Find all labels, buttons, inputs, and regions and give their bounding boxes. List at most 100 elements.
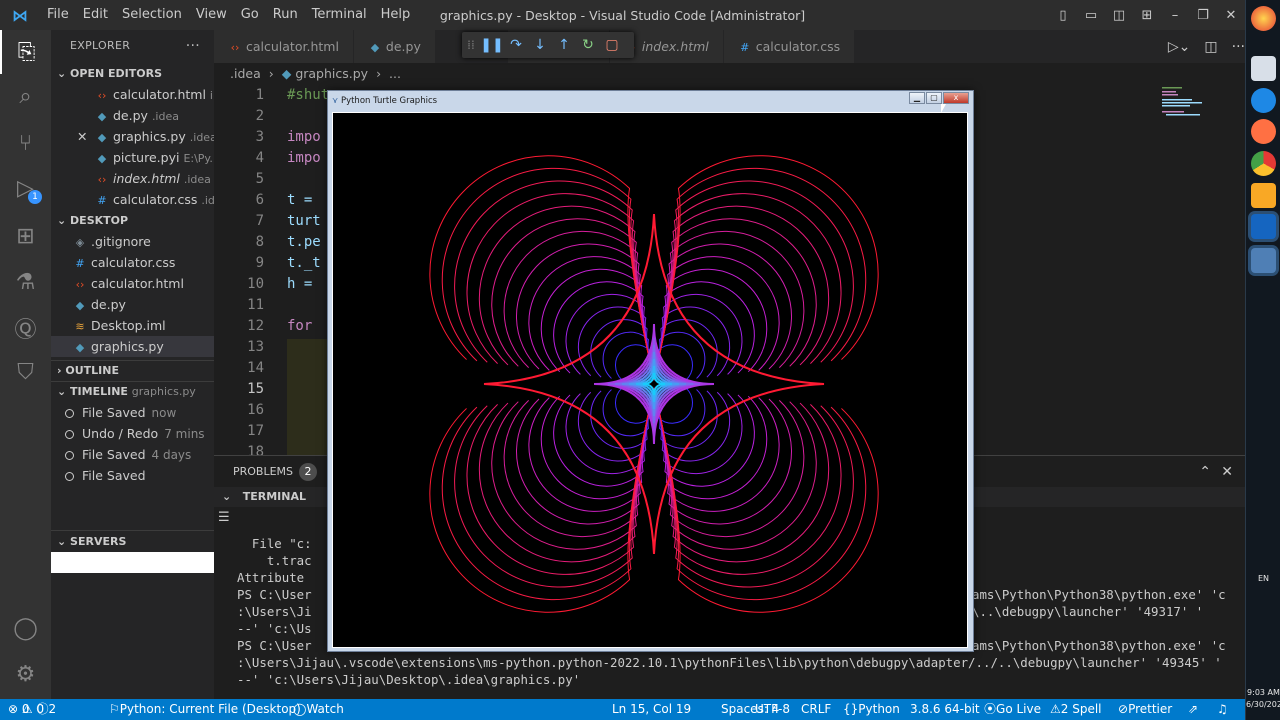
- start-orb-icon[interactable]: [1251, 6, 1276, 31]
- menu-go[interactable]: Go: [234, 0, 266, 30]
- menu-selection[interactable]: Selection: [115, 0, 189, 30]
- testing-icon[interactable]: ⚗: [0, 260, 51, 304]
- firefox-icon[interactable]: [1251, 119, 1276, 144]
- code-line[interactable]: impo: [287, 127, 321, 148]
- minimap[interactable]: [1160, 85, 1240, 125]
- editor-tab[interactable]: ◆ de.py: [353, 30, 436, 63]
- drag-handle-icon[interactable]: ⁞⁞: [462, 38, 480, 52]
- python-taskbar-icon[interactable]: [1251, 248, 1276, 273]
- source-control-icon[interactable]: ⑂: [0, 121, 51, 165]
- open-editors-section[interactable]: ⌄ OPEN EDITORS: [51, 64, 214, 84]
- layout-panel-icon[interactable]: ▭: [1077, 8, 1105, 23]
- menu-edit[interactable]: Edit: [76, 0, 115, 30]
- stop-icon[interactable]: ▢: [600, 37, 624, 53]
- prettier-status[interactable]: ⊘ Prettier: [1118, 699, 1172, 720]
- desktop-section[interactable]: ⌄ DESKTOP: [51, 211, 214, 231]
- code-line[interactable]: for: [287, 316, 321, 337]
- close-panel-icon[interactable]: ✕: [1221, 456, 1233, 488]
- minimize-button[interactable]: –: [1161, 8, 1189, 23]
- file-tree-item[interactable]: ‹› calculator.html: [51, 273, 214, 294]
- open-editor-item[interactable]: ‹›calculator.htmli...: [51, 84, 214, 105]
- turtle-close-button[interactable]: x: [943, 92, 969, 104]
- code-line[interactable]: turt: [287, 211, 321, 232]
- remote-icon[interactable]: Ⓠ: [0, 306, 51, 350]
- open-editor-item[interactable]: ✕ ◆ graphics.py .idea: [51, 126, 214, 147]
- servers-section[interactable]: ⌄ SERVERS: [51, 532, 214, 552]
- code-line[interactable]: t._t: [287, 253, 321, 274]
- code-line[interactable]: impo: [287, 148, 321, 169]
- chrome-icon[interactable]: [1251, 151, 1276, 176]
- file-tree-item[interactable]: ◈ .gitignore: [51, 231, 214, 252]
- watch-status[interactable]: ◯ Watch: [293, 699, 344, 720]
- encoding-status[interactable]: UTF-8: [755, 699, 790, 720]
- cursor-position[interactable]: Ln 15, Col 19: [612, 699, 691, 720]
- open-editor-item[interactable]: ◆ picture.pyiE:\Py...: [51, 147, 214, 168]
- clock-time[interactable]: 9:03 AM: [1246, 688, 1280, 697]
- run-debug-icon[interactable]: ▷ 1: [0, 166, 51, 210]
- menu-view[interactable]: View: [189, 0, 234, 30]
- step-out-icon[interactable]: ↑: [552, 37, 576, 53]
- vscode-taskbar-icon[interactable]: [1251, 214, 1276, 239]
- media-player-icon[interactable]: [1251, 183, 1276, 208]
- search-icon[interactable]: ⌕: [0, 74, 51, 118]
- file-explorer-icon[interactable]: [1251, 56, 1276, 81]
- menu-help[interactable]: Help: [374, 0, 418, 30]
- accounts-icon[interactable]: ◯: [0, 606, 51, 650]
- code-line[interactable]: t.pe: [287, 232, 321, 253]
- editor-tab[interactable]: ‹› calculator.html: [214, 30, 354, 63]
- turtle-graphics-window[interactable]: ⋎ Python Turtle Graphics ▁ ▢ x: [327, 90, 974, 652]
- eol-status[interactable]: CRLF: [801, 699, 831, 720]
- outline-section[interactable]: › OUTLINE: [51, 361, 214, 381]
- explorer-icon[interactable]: ⎘: [0, 30, 51, 74]
- close-button[interactable]: ✕: [1217, 8, 1245, 23]
- open-editor-item[interactable]: ‹› index.html .idea: [51, 168, 214, 189]
- breadcrumb-symbol[interactable]: ...: [389, 66, 401, 81]
- timeline-item[interactable]: File Saved now: [51, 402, 214, 423]
- go-live-status[interactable]: ⦿ Go Live: [984, 699, 1041, 720]
- code-line[interactable]: h =: [287, 274, 321, 295]
- layout-sidebar-icon[interactable]: ▯: [1049, 8, 1077, 23]
- settings-gear-icon[interactable]: ⚙: [0, 652, 51, 696]
- file-tree-item[interactable]: ◆ de.py: [51, 294, 214, 315]
- notifications-bell-icon[interactable]: ♫: [1217, 699, 1228, 720]
- run-config-status[interactable]: ⚐ Python: Current File (Desktop): [109, 699, 301, 720]
- restart-icon[interactable]: ↻: [576, 37, 600, 53]
- problems-tab[interactable]: PROBLEMS 2: [233, 456, 318, 488]
- menu-run[interactable]: Run: [266, 0, 305, 30]
- timeline-section[interactable]: ⌄ TIMELINE graphics.py: [51, 382, 214, 402]
- spell-status[interactable]: ⚠ 2 Spell: [1050, 699, 1102, 720]
- terminal-list-icon[interactable]: ☰: [218, 510, 230, 525]
- timeline-item[interactable]: File Saved 4 days: [51, 444, 214, 465]
- file-tree-item[interactable]: ≋ Desktop.iml: [51, 315, 214, 336]
- feedback-icon[interactable]: ⇗: [1188, 699, 1198, 720]
- run-debug-dropdown-icon[interactable]: ▷⌄: [1168, 39, 1191, 55]
- restore-button[interactable]: ❐: [1189, 8, 1217, 23]
- layout-split-icon[interactable]: ◫: [1105, 8, 1133, 23]
- menu-file[interactable]: File: [40, 0, 76, 30]
- file-tree-item[interactable]: ◆ graphics.py: [51, 336, 214, 357]
- turtle-minimize-button[interactable]: ▁: [909, 92, 925, 104]
- breadcrumb-folder[interactable]: .idea: [230, 66, 261, 81]
- code-line[interactable]: #shut: [287, 85, 329, 106]
- file-tree-item[interactable]: # calculator.css: [51, 252, 214, 273]
- editor-tab[interactable]: # calculator.css: [723, 30, 856, 63]
- split-editor-icon[interactable]: ◫: [1204, 39, 1217, 55]
- language-indicator[interactable]: EN: [1246, 574, 1280, 583]
- layout-grid-icon[interactable]: ⊞: [1133, 8, 1161, 23]
- step-over-icon[interactable]: ↷: [504, 37, 528, 53]
- more-actions-icon[interactable]: ···: [186, 30, 200, 62]
- timeline-item[interactable]: File Saved: [51, 465, 214, 486]
- close-editor-icon[interactable]: ✕: [77, 126, 87, 147]
- interpreter-status[interactable]: 3.8.6 64-bit: [910, 699, 980, 720]
- internet-explorer-icon[interactable]: [1251, 88, 1276, 113]
- problems-status[interactable]: ⊗ 0 ⚠ 0 ⓘ 2: [8, 699, 56, 720]
- clock-date[interactable]: 6/30/2022: [1246, 700, 1280, 709]
- language-status[interactable]: {} Python: [843, 699, 900, 720]
- code-line[interactable]: t =: [287, 190, 321, 211]
- menu-terminal[interactable]: Terminal: [305, 0, 374, 30]
- timeline-item[interactable]: Undo / Redo 7 mins: [51, 423, 214, 444]
- open-editor-item[interactable]: ◆ de.py .idea: [51, 105, 214, 126]
- extensions-icon[interactable]: ⊞: [0, 214, 51, 258]
- more-editor-actions-icon[interactable]: ···: [1232, 39, 1245, 55]
- breadcrumb-file[interactable]: graphics.py: [295, 66, 368, 81]
